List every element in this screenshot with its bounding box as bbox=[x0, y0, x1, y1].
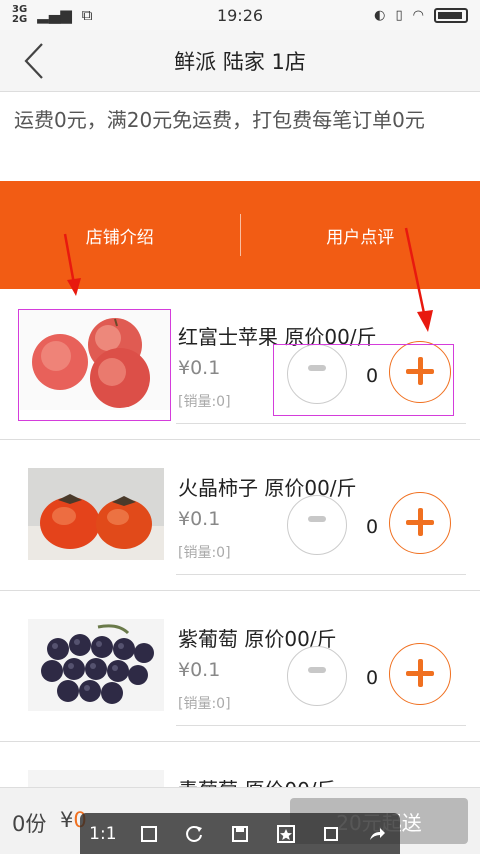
chevron-left-icon bbox=[24, 43, 43, 79]
product-item: 火晶柿子 原价00/斤 ¥0.1 [销量:0] 0 bbox=[0, 441, 480, 591]
item-divider bbox=[176, 574, 466, 575]
item-divider bbox=[176, 423, 466, 424]
cart-count: 0份 bbox=[12, 812, 47, 836]
status-time: 19:26 bbox=[216, 5, 264, 25]
product-price: ¥0.1 bbox=[178, 508, 221, 530]
product-item: 红富士苹果 原价00/斤 ¥0.1 [销量:0] 0 bbox=[0, 290, 480, 440]
product-sales: [销量:0] bbox=[178, 394, 231, 410]
back-button[interactable] bbox=[16, 42, 52, 80]
rotate-icon[interactable] bbox=[180, 820, 208, 848]
battery-icon bbox=[434, 7, 468, 23]
product-image-grape bbox=[28, 619, 164, 711]
product-name: 火晶柿子 原价00/斤 bbox=[178, 476, 357, 500]
title-bar: 鲜派 陆家 1店 bbox=[0, 30, 480, 92]
increase-button[interactable] bbox=[389, 341, 451, 403]
tab-store-intro[interactable]: 店铺介绍 bbox=[0, 223, 240, 248]
page-title: 鲜派 陆家 1店 bbox=[174, 49, 306, 74]
quantity-value: 0 bbox=[365, 516, 379, 538]
product-sales: [销量:0] bbox=[178, 545, 231, 561]
product-image-persimmon bbox=[28, 468, 164, 560]
store-tabs: 店铺介绍 用户点评 bbox=[0, 181, 480, 289]
quantity-value: 0 bbox=[365, 365, 379, 387]
decrease-button[interactable] bbox=[287, 495, 347, 555]
shipping-notice: 运费0元，满20元免运费，打包费每笔订单0元 bbox=[0, 92, 480, 180]
floating-toolbar: 1:1 bbox=[80, 813, 400, 854]
share-icon[interactable] bbox=[363, 820, 391, 848]
increase-button[interactable] bbox=[389, 492, 451, 554]
product-price: ¥0.1 bbox=[178, 357, 221, 379]
crop-icon[interactable] bbox=[135, 820, 163, 848]
item-divider bbox=[176, 725, 466, 726]
product-sales: [销量:0] bbox=[178, 696, 231, 712]
product-item: 紫葡萄 原价00/斤 ¥0.1 [销量:0] 0 bbox=[0, 592, 480, 742]
increase-button[interactable] bbox=[389, 643, 451, 705]
quantity-value: 0 bbox=[365, 667, 379, 689]
product-price: ¥0.1 bbox=[178, 659, 221, 681]
product-name: 红富士苹果 原价00/斤 bbox=[178, 325, 377, 349]
status-bar: 3G 2G ▂▄▆ ⧉ 19:26 ◐ ▯ ◠ bbox=[0, 0, 480, 30]
favorite-icon[interactable] bbox=[272, 820, 300, 848]
copy-icon[interactable] bbox=[317, 820, 345, 848]
tab-user-reviews[interactable]: 用户点评 bbox=[241, 223, 480, 248]
decrease-button[interactable] bbox=[287, 344, 347, 404]
product-image-apple bbox=[20, 310, 170, 410]
ratio-button[interactable]: 1:1 bbox=[89, 820, 117, 848]
cart-currency: ¥ bbox=[60, 808, 74, 832]
save-icon[interactable] bbox=[226, 820, 254, 848]
decrease-button[interactable] bbox=[287, 646, 347, 706]
